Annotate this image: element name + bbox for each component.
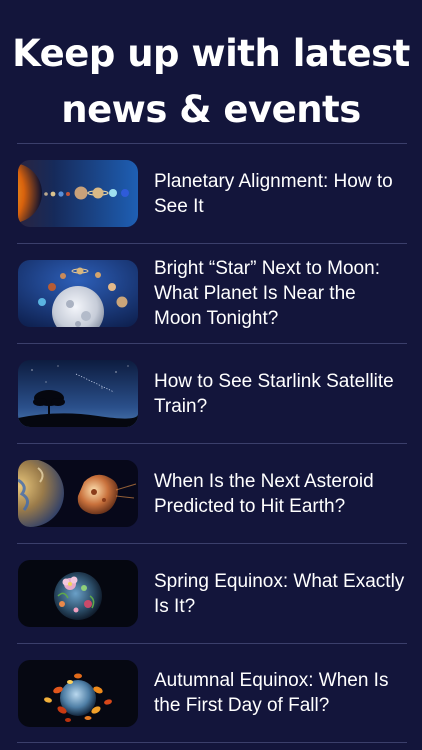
news-item-asteroid[interactable]: When Is the Next Asteroid Predicted to H… — [17, 443, 407, 543]
autumn-leaves-earth-icon — [18, 660, 138, 727]
news-item-starlink[interactable]: How to See Starlink Satellite Train? — [17, 343, 407, 443]
tree-night-sky-icon — [18, 360, 138, 427]
page-title-line1: Keep up with latest — [12, 32, 410, 75]
news-item-title: Autumnal Equinox: When Is the First Day … — [154, 670, 389, 716]
flower-earth-icon — [18, 560, 138, 627]
page-title: Keep up with latest news & events — [0, 26, 422, 138]
news-item-autumnal-equinox[interactable]: Autumnal Equinox: When Is the First Day … — [17, 643, 407, 743]
news-item-planet-near-moon[interactable]: Bright “Star” Next to Moon: What Planet … — [17, 243, 407, 343]
news-item-spring-equinox[interactable]: Spring Equinox: What Exactly Is It? — [17, 543, 407, 643]
news-item-title: When Is the Next Asteroid Predicted to H… — [154, 470, 374, 517]
page-title-line2: news & events — [61, 88, 361, 131]
moon-planets-icon — [18, 260, 138, 327]
planets-row-icon — [18, 160, 138, 227]
news-item-title: Planetary Alignment: How to See It — [154, 170, 393, 217]
asteroid-earth-icon — [18, 460, 138, 527]
news-list: Planetary Alignment: How to See It Brigh… — [17, 143, 407, 743]
news-item-planetary-alignment[interactable]: Planetary Alignment: How to See It — [17, 143, 407, 243]
news-item-title: Bright “Star” Next to Moon: What Planet … — [154, 258, 380, 329]
news-item-title: Spring Equinox: What Exactly Is It? — [154, 570, 405, 617]
news-item-title: How to See Starlink Satellite Train? — [154, 370, 394, 417]
